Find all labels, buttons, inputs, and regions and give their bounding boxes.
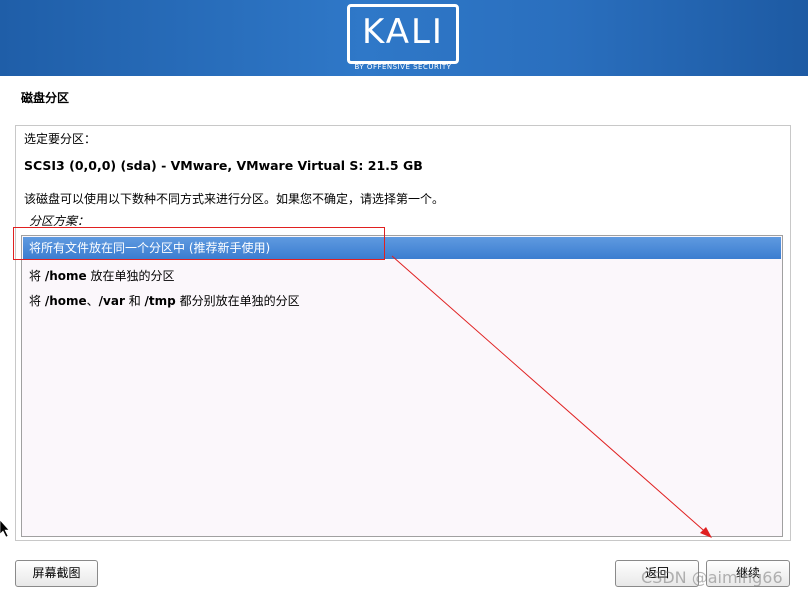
kali-logo-subtitle: BY OFFENSIVE SECURITY [354,63,452,71]
scheme-option-separate-home[interactable]: 将 /home 放在单独的分区 [23,265,781,287]
disk-name: SCSI3 (0,0,0) (sda) - VMware, VMware Vir… [24,158,423,173]
back-button[interactable]: 返回 [615,560,699,587]
option-text: 和 [124,294,145,308]
option-path: /tmp [144,294,176,308]
screenshot-button[interactable]: 屏幕截图 [15,560,98,587]
option-path: /var [98,294,125,308]
page-title: 磁盘分区 [21,91,70,105]
partition-scheme-label: 分区方案： [29,214,90,228]
partition-scheme-list[interactable]: 将所有文件放在同一个分区中 (推荐新手使用) 将 /home 放在单独的分区 将… [21,235,783,537]
partition-description: 该磁盘可以使用以下数种不同方式来进行分区。如果您不确定，请选择第一个。 [24,192,445,206]
option-text: 都分别放在单独的分区 [175,294,300,308]
kali-logo-text: KALI [362,12,444,52]
kali-logo: KALI BY OFFENSIVE SECURITY [347,4,459,74]
option-path: /home [44,269,87,283]
option-text: 将所有文件放在同一个分区中 (推荐新手使用) [29,241,271,255]
continue-button[interactable]: 继续 [706,560,790,587]
option-text: 将 [29,269,45,283]
option-path: /home [44,294,87,308]
scheme-option-separate-home-var-tmp[interactable]: 将 /home、/var 和 /tmp 都分别放在单独的分区 [23,290,781,312]
option-text: 放在单独的分区 [86,269,175,283]
option-text: 将 [29,294,45,308]
mouse-cursor-icon [0,520,10,538]
option-text: 、 [86,294,99,308]
select-prompt: 选定要分区： [24,132,97,146]
scheme-option-all-in-one[interactable]: 将所有文件放在同一个分区中 (推荐新手使用) [23,237,781,259]
kali-banner: KALI BY OFFENSIVE SECURITY [0,0,808,76]
